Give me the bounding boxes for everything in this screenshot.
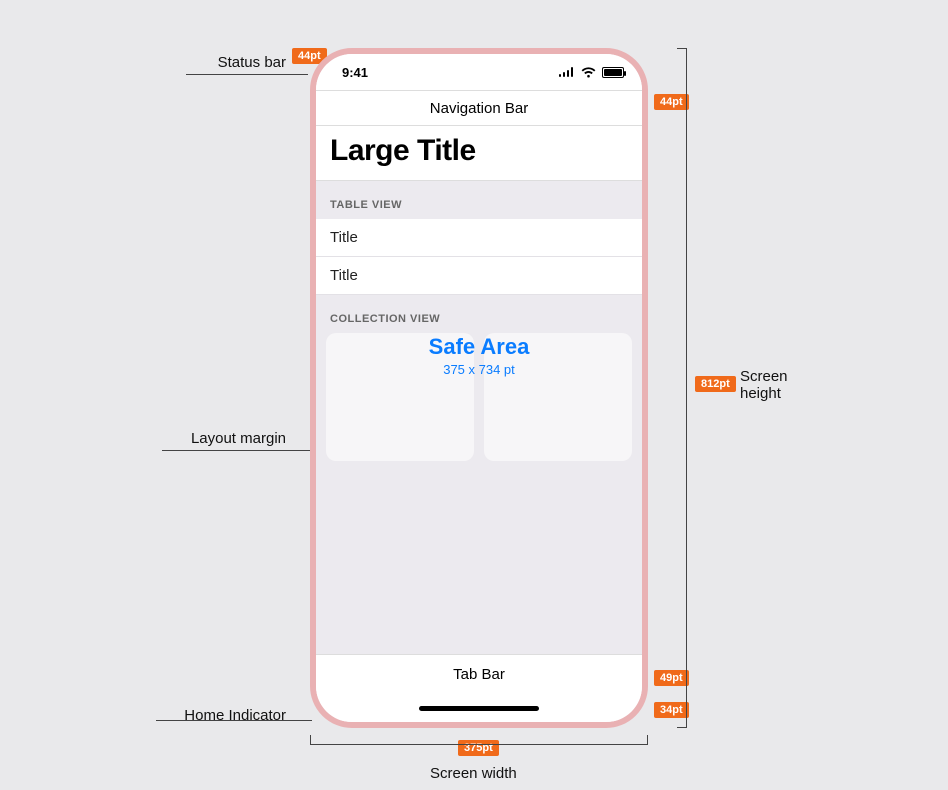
collection-view-header: COLLECTION VIEW xyxy=(316,295,642,333)
guide-layoutmargin xyxy=(162,450,316,451)
large-title: Large Title xyxy=(330,134,628,168)
status-bar: 9:41 xyxy=(316,54,642,90)
battery-icon xyxy=(602,67,624,78)
label-home-indicator: Home Indicator xyxy=(156,707,286,724)
guide-statusbar xyxy=(186,74,308,75)
label-screen-width: Screen width xyxy=(430,765,517,782)
phone-frame: 9:41 Navigation Bar Large Title xyxy=(310,48,648,728)
phone-screen: 9:41 Navigation Bar Large Title xyxy=(316,54,642,722)
navigation-bar: Navigation Bar xyxy=(316,90,642,126)
bracket-screen-height xyxy=(686,48,687,728)
tab-bar-title: Tab Bar xyxy=(453,666,505,683)
collection-card[interactable] xyxy=(484,333,632,461)
dim-screen-height: 812pt xyxy=(695,376,736,392)
dim-tab-bar: 49pt xyxy=(654,670,689,686)
table-view-header: TABLE VIEW xyxy=(316,181,642,219)
dim-screen-width: 375pt xyxy=(458,740,499,756)
dim-home-indicator: 34pt xyxy=(654,702,689,718)
label-layout-margin: Layout margin xyxy=(162,430,286,447)
label-status-bar: Status bar xyxy=(186,54,286,71)
table-row[interactable]: Title xyxy=(316,219,642,257)
status-time: 9:41 xyxy=(342,65,368,80)
home-indicator[interactable] xyxy=(419,706,539,711)
tab-bar: Tab Bar xyxy=(316,654,642,694)
home-indicator-area xyxy=(316,694,642,722)
wifi-icon xyxy=(581,67,596,78)
status-indicators xyxy=(559,67,624,78)
bracket-screen-width xyxy=(310,744,648,745)
collection-view xyxy=(316,333,642,461)
large-title-area: Large Title xyxy=(316,126,642,181)
nav-bar-title: Navigation Bar xyxy=(430,100,528,117)
guide-homeindicator xyxy=(156,720,312,721)
dim-nav-bar: 44pt xyxy=(654,94,689,110)
table-row[interactable]: Title xyxy=(316,257,642,295)
cellular-icon xyxy=(559,67,575,77)
collection-card[interactable] xyxy=(326,333,474,461)
label-screen-height: Screen height xyxy=(740,368,788,402)
diagram-stage: Status bar Layout margin Home Indicator … xyxy=(0,0,948,790)
